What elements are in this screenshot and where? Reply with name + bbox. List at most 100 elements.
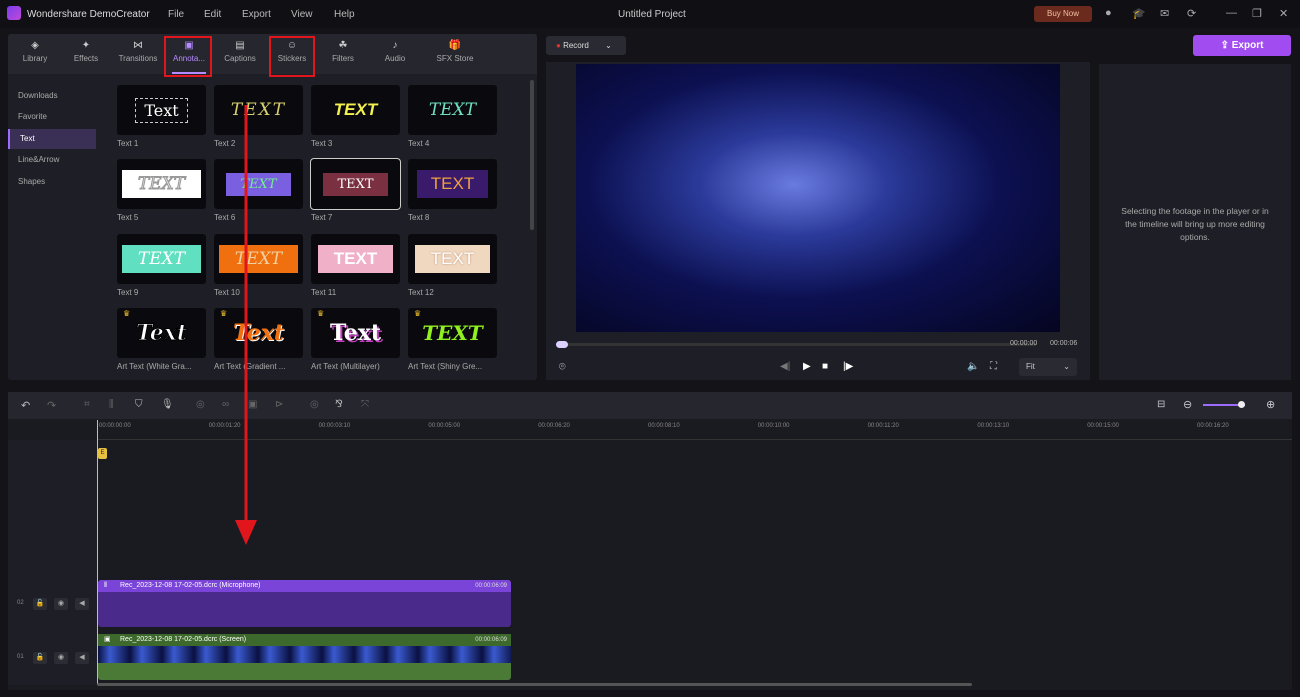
sidebar-item-downloads[interactable]: Downloads [8, 86, 96, 106]
track-number: 02 [17, 600, 24, 606]
caption-ai-icon[interactable]: ⅋ [335, 399, 343, 410]
zoom-out-icon[interactable]: ⊖ [1183, 398, 1192, 411]
sidebar-item-shapes[interactable]: Shapes [8, 172, 96, 192]
text-template-thumbnail[interactable]: TEXT [311, 85, 400, 135]
menu-file[interactable]: File [168, 9, 184, 20]
template-label: Text 9 [117, 288, 139, 297]
account-icon[interactable]: ● [1105, 7, 1112, 19]
redo-icon[interactable]: ↷ [47, 399, 56, 412]
timeline-scrollbar[interactable] [97, 683, 972, 686]
eye-icon[interactable]: ◉ [54, 652, 68, 664]
template-label: Text 12 [408, 288, 434, 297]
text-template-thumbnail[interactable]: TEXT [310, 158, 401, 210]
marker-icon[interactable]: ◎ [310, 399, 319, 410]
text-template-thumbnail[interactable]: TEXT [408, 159, 497, 209]
stop-icon[interactable]: ■ [822, 361, 828, 372]
tutorial-icon[interactable]: 🎓 [1132, 7, 1146, 20]
app-name: Wondershare DemoCreator [27, 9, 150, 20]
undo-icon[interactable]: ↶ [21, 399, 30, 412]
text-template-thumbnail[interactable]: TEXT [117, 234, 206, 284]
sidebar-item-line-arrow[interactable]: Line&Arrow [8, 150, 96, 170]
app-logo [7, 6, 21, 20]
noise-icon[interactable]: ⤧ [361, 399, 369, 410]
tab-captions[interactable]: ▤ Captions [215, 40, 265, 63]
text-template-thumbnail[interactable]: Text [117, 85, 206, 135]
shield-icon[interactable]: ⛉ [135, 399, 143, 410]
play-icon[interactable]: ▶ [803, 361, 811, 372]
link-icon[interactable]: ∞ [222, 399, 229, 410]
fit-timeline-icon[interactable]: ⊟ [1157, 399, 1165, 410]
menu-help[interactable]: Help [334, 9, 355, 20]
template-label: Text 3 [311, 139, 333, 148]
text-template-thumbnail[interactable]: Text [311, 308, 400, 358]
transition-icon: ⋈ [133, 40, 143, 51]
text-template-thumbnail[interactable]: TEXT [311, 234, 400, 284]
sidebar-item-favorite[interactable]: Favorite [8, 107, 96, 127]
video-preview[interactable] [576, 64, 1060, 332]
record-button[interactable]: ● Record ⌄ [546, 36, 626, 55]
export-icon: ⇪ [1220, 40, 1229, 51]
crop-icon[interactable]: ⌗ [84, 399, 90, 410]
volume-icon[interactable]: 🔈 [967, 361, 979, 372]
zoom-slider-handle[interactable] [1238, 401, 1245, 408]
layers-icon: ◈ [31, 40, 39, 51]
text-template-thumbnail[interactable]: TEXT [408, 234, 497, 284]
camera-icon[interactable]: ⌾ [559, 361, 566, 374]
template-preview-text: Text [135, 97, 188, 123]
minimize-icon[interactable]: — [1226, 7, 1237, 19]
sync-icon[interactable]: ⟳ [1187, 7, 1196, 20]
eye-icon[interactable]: ◉ [54, 598, 68, 610]
tab-effects[interactable]: ✦ Effects [61, 40, 111, 63]
close-icon[interactable]: ✕ [1279, 7, 1288, 20]
tab-audio[interactable]: ♪ Audio [370, 40, 420, 63]
speed-icon[interactable]: ⊳ [275, 399, 283, 410]
text-template-thumbnail[interactable]: TEXT [408, 308, 497, 358]
tab-filters[interactable]: ☘ Filters [318, 40, 368, 63]
menu-export[interactable]: Export [242, 9, 271, 20]
template-preview-text: TEXT [317, 245, 394, 273]
panel-scrollbar[interactable] [530, 80, 534, 230]
restore-icon[interactable]: ❐ [1252, 7, 1262, 20]
project-title: Untitled Project [618, 9, 686, 20]
total-time: 00:00:06 [1050, 340, 1078, 347]
screen-icon: ▣ [104, 636, 111, 643]
marker-flag-icon[interactable]: E [98, 448, 107, 459]
screen-clip[interactable]: ▣ Rec_2023-12-08 17-02-05.dcrc (Screen) 00… [98, 634, 511, 680]
zoom-in-icon[interactable]: ⊕ [1266, 398, 1275, 411]
microphone-icon[interactable]: 🎙 [161, 399, 174, 410]
menu-edit[interactable]: Edit [204, 9, 221, 20]
ai-tool-icon[interactable]: ◎ [196, 399, 205, 410]
playback-progress[interactable] [556, 343, 1036, 346]
tab-transitions[interactable]: ⋈ Transitions [113, 40, 163, 63]
mail-icon[interactable]: ✉ [1160, 7, 1169, 20]
tab-sfx-store[interactable]: 🎁 SFX Store [429, 40, 481, 63]
template-preview-text: TEXT [121, 170, 202, 198]
menu-view[interactable]: View [291, 9, 313, 20]
speaker-icon[interactable]: ◀ [75, 652, 89, 664]
template-label: Text 2 [214, 139, 236, 148]
split-icon[interactable]: ⫼ [109, 399, 114, 410]
fullscreen-icon[interactable]: ⛶ [990, 361, 997, 372]
red-arrow-annotation [235, 105, 257, 545]
fit-dropdown[interactable]: Fit ⌄ [1019, 358, 1077, 376]
template-label: Text 1 [117, 139, 139, 148]
buy-now-button[interactable]: Buy Now [1034, 6, 1092, 22]
lock-icon[interactable]: 🔓 [33, 652, 47, 664]
tab-library[interactable]: ◈ Library [10, 40, 60, 63]
text-template-thumbnail[interactable]: TEXT [117, 159, 206, 209]
prev-frame-icon[interactable]: ◀| [780, 361, 790, 372]
ruler-tick-label: 00:00:15:00 [1087, 423, 1119, 429]
lock-icon[interactable]: 🔓 [33, 598, 47, 610]
text-template-thumbnail[interactable]: TEXT [408, 85, 497, 135]
playhead[interactable] [97, 420, 98, 685]
template-label: Text 8 [408, 213, 430, 222]
template-preview-text: TEXT [416, 170, 489, 198]
speaker-icon[interactable]: ◀ [75, 598, 89, 610]
caption-icon: ▤ [235, 40, 245, 51]
text-template-thumbnail[interactable]: Text [117, 308, 206, 358]
microphone-clip[interactable]: ⦀ Rec_2023-12-08 17-02-05.dcrc (Microphon… [98, 580, 511, 627]
sidebar-item-text[interactable]: Text [8, 129, 96, 149]
next-frame-icon[interactable]: |▶ [843, 361, 853, 372]
progress-handle[interactable] [556, 341, 568, 348]
export-button[interactable]: ⇪ Export [1193, 35, 1291, 56]
